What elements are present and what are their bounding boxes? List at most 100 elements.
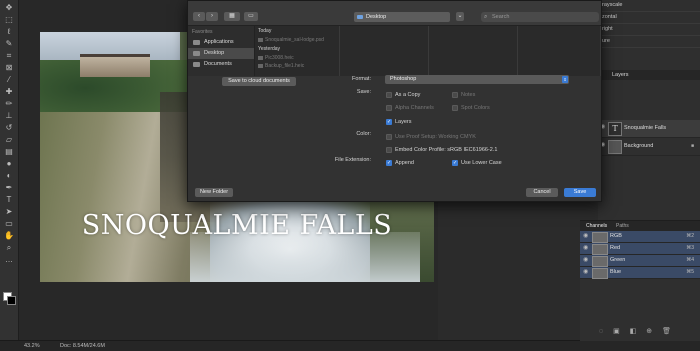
clone-stamp-tool-icon[interactable]: ⊥	[4, 111, 14, 120]
layer-name: Background	[624, 143, 654, 149]
status-bar: 43.2% Doc: 8.54M/24.6M	[0, 340, 700, 351]
file-item[interactable]: Snoqualmie_sal-lodge.psd	[255, 36, 339, 44]
favorites-sidebar: Favorites Applications Desktop Documents	[188, 26, 255, 76]
marquee-tool-icon[interactable]: ⬚	[4, 15, 14, 24]
layer-name: Snoqualmie Falls	[624, 125, 667, 131]
eraser-tool-icon[interactable]: ▱	[4, 135, 14, 144]
channel-shortcut: ⌘4	[686, 257, 694, 263]
layer-row[interactable]: ◉ T Snoqualmie Falls	[598, 120, 700, 138]
location-select[interactable]: Desktop	[354, 12, 450, 22]
dialog-toolbar: ‹ › ▦ ▭ Desktop ⌄ ⌕ Search	[188, 1, 601, 26]
save-to-cloud-button[interactable]: Save to cloud documents	[222, 77, 296, 86]
blur-tool-icon[interactable]: ●	[4, 159, 14, 168]
more-tools-icon[interactable]: …	[4, 255, 14, 264]
save-button[interactable]: Save	[564, 188, 596, 197]
channel-row-red[interactable]: ◉ Red ⌘3	[580, 243, 700, 255]
layer-thumbnail	[608, 140, 622, 154]
layer-row[interactable]: ◉ Background ■	[598, 138, 700, 156]
search-icon: ⌕	[484, 14, 488, 20]
new-folder-button[interactable]: New Folder	[195, 188, 233, 197]
frame-tool-icon[interactable]: ⊠	[4, 63, 14, 72]
save-dialog: ‹ › ▦ ▭ Desktop ⌄ ⌕ Search Favorites App…	[187, 0, 602, 202]
use-lower-case-checkbox[interactable]: ✓ Use Lower Case	[452, 160, 502, 166]
visibility-eye-icon[interactable]: ◉	[583, 269, 588, 275]
eyedropper-tool-icon[interactable]: ⁄	[4, 75, 14, 84]
as-a-copy-checkbox[interactable]: As a Copy	[386, 92, 420, 98]
adjustment-item[interactable]: right	[598, 24, 700, 36]
expand-button[interactable]: ⌄	[456, 12, 464, 21]
spot-colors-checkbox[interactable]: Spot Colors	[452, 105, 490, 111]
quick-select-tool-icon[interactable]: ✎	[4, 39, 14, 48]
text-layer-icon: T	[608, 122, 622, 136]
sidebar-item-applications[interactable]: Applications	[188, 37, 254, 48]
layers-checkbox[interactable]: ✓ Layers	[386, 119, 412, 125]
alpha-channels-checkbox[interactable]: Alpha Channels	[386, 105, 434, 111]
dodge-tool-icon[interactable]: ◐	[4, 171, 14, 180]
adjustment-item[interactable]: rayscale	[598, 0, 700, 12]
adjustment-item[interactable]: ure	[598, 36, 700, 48]
search-input[interactable]: ⌕ Search	[481, 12, 599, 22]
history-brush-tool-icon[interactable]: ↺	[4, 123, 14, 132]
lasso-tool-icon[interactable]: ℓ	[4, 27, 14, 36]
channel-name: Blue	[610, 269, 622, 275]
adjustment-item[interactable]: zontal	[598, 12, 700, 24]
save-label: Save:	[356, 89, 371, 95]
tab-channels[interactable]: Channels	[586, 221, 607, 231]
use-proof-setup-checkbox[interactable]: Use Proof Setup: Working CMYK	[386, 134, 476, 140]
background-color-swatch[interactable]	[7, 296, 16, 305]
rectangle-tool-icon[interactable]: ▭	[4, 219, 14, 228]
channel-row-green[interactable]: ◉ Green ⌘4	[580, 255, 700, 267]
file-extension-label: File Extension:	[334, 157, 371, 163]
folder-icon	[357, 15, 363, 19]
sidebar-item-desktop[interactable]: Desktop	[188, 48, 254, 59]
channels-panel: Channels Paths ◉ RGB ⌘2 ◉ Red ⌘3 ◉ Green…	[580, 220, 700, 341]
file-browser: Today Snoqualmie_sal-lodge.psd Yesterday…	[255, 26, 601, 76]
layers-panel-header[interactable]: Layers	[598, 70, 700, 80]
desktop-icon	[193, 51, 200, 56]
brush-tool-icon[interactable]: ✏	[4, 99, 14, 108]
file-item[interactable]: Backup_file1.heic	[255, 62, 339, 70]
channel-thumbnail	[592, 232, 608, 243]
visibility-eye-icon[interactable]: ◉	[583, 245, 588, 251]
channel-shortcut: ⌘5	[686, 269, 694, 275]
channel-row-blue[interactable]: ◉ Blue ⌘5	[580, 267, 700, 279]
visibility-eye-icon[interactable]: ◉	[583, 233, 588, 239]
view-mode-button[interactable]: ▦	[224, 12, 240, 21]
zoom-tool-icon[interactable]: ⌕	[4, 243, 14, 252]
back-button[interactable]: ‹	[193, 12, 205, 21]
append-checkbox[interactable]: ✓ Append	[386, 160, 414, 166]
visibility-eye-icon[interactable]: ◉	[583, 257, 588, 263]
file-item[interactable]: Pic3008.heic	[255, 54, 339, 62]
format-select[interactable]: Photoshop ⇕	[385, 75, 569, 84]
crop-tool-icon[interactable]: ⌗	[4, 51, 14, 60]
lodge-building	[80, 54, 150, 77]
adjustments-list: rayscale zontal right ure	[598, 0, 700, 60]
channel-shortcut: ⌘2	[686, 233, 694, 239]
cancel-button[interactable]: Cancel	[526, 188, 558, 197]
forward-button[interactable]: ›	[206, 12, 218, 21]
channels-footer-icons[interactable]: ◌▣◧⊕🗑	[580, 327, 700, 335]
channel-thumbnail	[592, 244, 608, 255]
notes-checkbox[interactable]: Notes	[452, 92, 475, 98]
tab-paths[interactable]: Paths	[616, 221, 629, 231]
channel-name: Red	[610, 245, 621, 251]
favorites-header: Favorites	[192, 29, 213, 35]
group-button[interactable]: ▭	[244, 12, 258, 21]
group-label: Yesterday	[258, 46, 281, 52]
path-select-tool-icon[interactable]: ➤	[4, 207, 14, 216]
channel-thumbnail	[592, 256, 608, 267]
embed-color-profile-checkbox[interactable]: Embed Color Profile: sRGB IEC61966-2.1	[386, 147, 497, 153]
type-tool-icon[interactable]: T	[4, 195, 14, 204]
gradient-tool-icon[interactable]: ▤	[4, 147, 14, 156]
layers-panel: Layers ◉ T Snoqualmie Falls ◉ Background…	[598, 70, 700, 220]
select-arrow-icon: ⇕	[562, 76, 568, 83]
tools-panel: ✥ ⬚ ℓ ✎ ⌗ ⊠ ⁄ ✚ ✏ ⊥ ↺ ▱ ▤ ● ◐ ✒ T ➤ ▭ ✋ …	[0, 0, 19, 340]
move-tool-icon[interactable]: ✥	[4, 3, 14, 12]
sidebar-item-documents[interactable]: Documents	[188, 59, 254, 70]
format-label: Format:	[352, 76, 371, 82]
channel-row-rgb[interactable]: ◉ RGB ⌘2	[580, 231, 700, 243]
healing-tool-icon[interactable]: ✚	[4, 87, 14, 96]
channel-name: RGB	[610, 233, 622, 239]
hand-tool-icon[interactable]: ✋	[4, 231, 14, 240]
pen-tool-icon[interactable]: ✒	[4, 183, 14, 192]
